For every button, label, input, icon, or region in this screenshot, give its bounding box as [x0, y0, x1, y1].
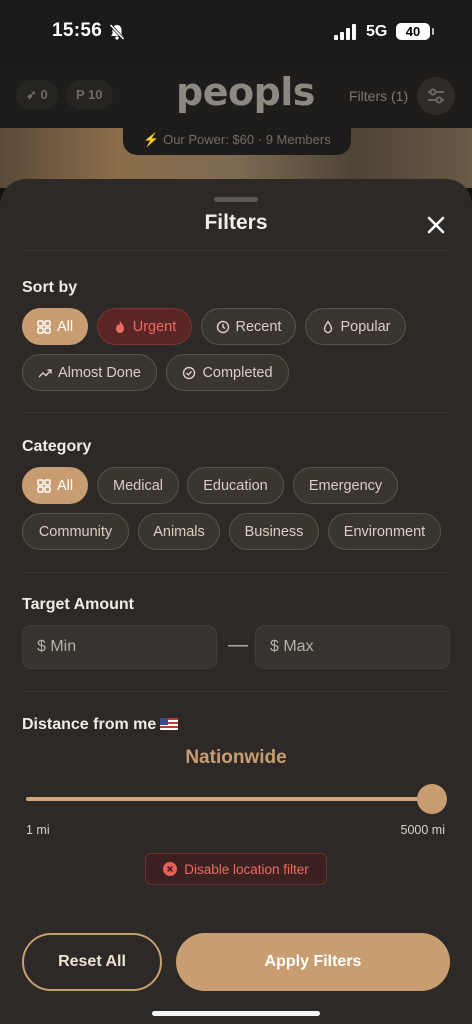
drop-icon — [323, 319, 332, 333]
slider-max-label: 5000 mi — [400, 823, 445, 837]
sort-chip-urgent[interactable]: Urgent — [97, 308, 192, 345]
category-chip-education[interactable]: Education — [187, 467, 284, 504]
sheet-title: Filters — [204, 211, 268, 234]
members-text: 9 Members — [265, 132, 331, 147]
range-separator: — — [228, 634, 248, 656]
category-label: Category — [22, 438, 92, 455]
category-chip-emergency[interactable]: Emergency — [293, 467, 398, 504]
sort-by-label: Sort by — [22, 279, 78, 296]
clock-time: 15:56 — [52, 20, 103, 41]
sort-chip-popular[interactable]: Popular — [305, 308, 406, 345]
close-icon[interactable] — [424, 213, 448, 237]
power-text: Our Power: $60 — [163, 132, 255, 147]
status-bar: 15:56 5G 40 — [0, 0, 472, 64]
filter-sliders-button[interactable] — [417, 77, 455, 115]
category-chip-all[interactable]: All — [22, 467, 88, 504]
close-circle-icon — [163, 862, 178, 876]
signal-icon — [334, 24, 356, 40]
bell-muted-icon — [109, 23, 125, 41]
bolt-icon: ⚡ — [143, 132, 160, 147]
divider — [22, 412, 450, 413]
filters-count-label[interactable]: Filters (1) — [349, 88, 408, 104]
check-circle-icon — [183, 366, 196, 379]
app-logo: peopls — [176, 70, 315, 114]
trending-up-icon — [38, 368, 52, 377]
rocket-chip[interactable]: ➶ 0 — [16, 80, 58, 110]
rocket-icon: ➶ — [26, 87, 37, 102]
battery-icon: 40 — [396, 23, 434, 40]
divider — [22, 572, 450, 573]
divider — [22, 691, 450, 692]
distance-slider-track[interactable] — [26, 797, 432, 801]
distance-label: Distance from me — [22, 716, 179, 734]
target-amount-label: Target Amount — [22, 596, 134, 613]
category-chip-animals[interactable]: Animals — [138, 513, 220, 550]
sliders-icon — [428, 88, 444, 104]
distance-value: Nationwide — [185, 747, 287, 768]
rocket-count: 0 — [40, 87, 48, 102]
points-value: P 10 — [76, 87, 103, 102]
grid-icon — [37, 478, 51, 493]
slider-min-label: 1 mi — [26, 823, 50, 837]
category-chip-medical[interactable]: Medical — [97, 467, 179, 504]
network-type: 5G — [366, 23, 388, 40]
category-chip-community[interactable]: Community — [22, 513, 129, 550]
power-pill: ⚡ Our Power: $60 · 9 Members — [123, 124, 351, 155]
sort-chip-recent[interactable]: Recent — [201, 308, 296, 345]
us-flag-icon — [160, 718, 179, 730]
grid-icon — [37, 319, 51, 334]
points-chip[interactable]: P 10 — [66, 80, 113, 110]
max-amount-input[interactable]: $ Max — [255, 625, 450, 669]
category-chip-environment[interactable]: Environment — [328, 513, 441, 550]
category-chip-business[interactable]: Business — [229, 513, 319, 550]
distance-slider-thumb[interactable] — [417, 784, 447, 814]
apply-filters-button[interactable]: Apply Filters — [176, 933, 450, 991]
min-amount-input[interactable]: $ Min — [22, 625, 217, 669]
flame-icon — [115, 320, 124, 333]
reset-all-button[interactable]: Reset All — [22, 933, 162, 991]
app-header: ➶ 0 P 10 peopls Filters (1) — [0, 64, 472, 128]
disable-location-filter-button[interactable]: Disable location filter — [145, 853, 327, 885]
home-indicator — [152, 1011, 320, 1016]
sort-chip-all[interactable]: All — [22, 308, 88, 345]
divider — [22, 250, 450, 251]
sort-chip-almost-done[interactable]: Almost Done — [22, 354, 157, 391]
sheet-grabber[interactable] — [214, 197, 258, 202]
filters-sheet: Filters Sort by All Urgent Recent Popula… — [0, 179, 472, 1024]
sort-chip-completed[interactable]: Completed — [166, 354, 289, 391]
clock-icon — [216, 320, 229, 333]
